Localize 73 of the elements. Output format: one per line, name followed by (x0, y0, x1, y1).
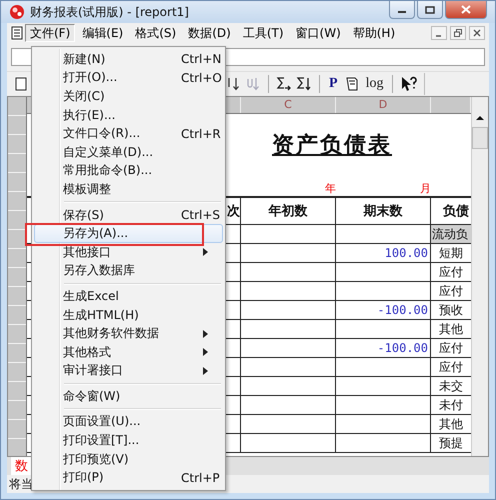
table-cell-text: 预提 (438, 434, 464, 452)
menu-item[interactable]: 另存入数据库 (34, 262, 223, 280)
table-cell-text: 应付 (438, 264, 464, 280)
table-cell-text: 应付 (438, 340, 464, 356)
minimize-button[interactable] (431, 26, 447, 40)
app-icon (9, 4, 25, 20)
help-cursor-icon[interactable] (400, 76, 418, 92)
table-cell-text: 未付 (438, 396, 464, 414)
sum-icon[interactable] (276, 76, 292, 92)
scroll-thumb[interactable] (472, 127, 488, 149)
date-label: 月 (420, 181, 431, 196)
table-cell: -100.00 (377, 341, 428, 355)
menu-item[interactable]: 其他格式 (34, 342, 223, 362)
close-button[interactable] (469, 26, 485, 40)
menu-item[interactable]: 自定义菜单(D)... (34, 142, 223, 162)
close-icon (461, 5, 471, 14)
menu-bar-item[interactable]: 格式(S) (130, 24, 182, 42)
window-title: 财务报表(试用版) - [report1] (30, 4, 189, 20)
table-cell-text: 其他 (438, 416, 464, 432)
scroll-up-icon[interactable] (476, 115, 484, 121)
table-cell: -100.00 (377, 303, 428, 317)
column-heading: 期末数 (336, 198, 431, 224)
menu-bar-item[interactable]: 数据(D) (183, 24, 236, 42)
column-heading: 年初数 (241, 198, 336, 224)
status-text: 将当 (9, 476, 33, 492)
column-heading: 负债 (442, 203, 470, 221)
date-label: 年 (325, 181, 336, 196)
menu-item[interactable]: 其他财务软件数据 (34, 324, 223, 343)
menu-item[interactable]: 打印预览(V) (34, 450, 223, 468)
menu-item[interactable]: 页面设置(U)... (34, 412, 223, 432)
toolbar-button[interactable]: P (327, 76, 340, 92)
menu-item[interactable]: 打印(P) Ctrl+P (34, 468, 223, 488)
table-cell-text: 其他 (438, 320, 464, 338)
menu-item[interactable]: 审计署接口 (34, 362, 223, 380)
menu-item[interactable]: 执行(E)... (34, 106, 223, 124)
maximize-button[interactable] (417, 1, 443, 19)
table-cell-text: 短期 (438, 244, 464, 262)
page-icon[interactable] (15, 77, 27, 91)
menu-item[interactable]: 其他接口 (34, 242, 223, 262)
minimize-button[interactable] (389, 1, 415, 19)
close-icon (473, 29, 481, 37)
restore-icon (454, 29, 462, 37)
menu-item[interactable]: 命令窗(W) (34, 387, 223, 406)
sheet-tab[interactable]: 数 (11, 457, 32, 475)
menu-item[interactable]: 生成Excel (34, 287, 223, 306)
menu-item[interactable]: 打印设置[T]... (34, 431, 223, 450)
table-cell: 流动负 (431, 225, 471, 243)
menu-bar-item[interactable]: 编辑(E) (77, 24, 128, 42)
menu-bar-item[interactable]: 帮助(H) (348, 24, 400, 42)
menu-item[interactable]: 模板调整 (34, 180, 223, 199)
menu-item[interactable]: 打开(O)... Ctrl+O (34, 68, 223, 88)
page-icon[interactable] (344, 76, 360, 92)
close-button[interactable] (445, 1, 487, 19)
menu-bar-item[interactable]: 工具(T) (238, 24, 289, 42)
report-title: 资产负债表 (272, 131, 392, 160)
menu-bar-item[interactable]: 窗口(W) (290, 24, 346, 42)
menu-item[interactable]: 文件口令(R)... Ctrl+R (34, 124, 223, 143)
toolbar-button[interactable]: log (364, 76, 386, 92)
table-cell-text: 应付 (438, 358, 464, 376)
maximize-icon (425, 6, 435, 14)
menu-item[interactable]: 保存(S) Ctrl+S (34, 206, 223, 224)
restore-button[interactable] (450, 26, 466, 40)
menu-item[interactable]: 生成HTML(H) (34, 306, 223, 324)
sum-icon[interactable] (296, 76, 312, 92)
table-cell-text: 未交 (438, 378, 464, 394)
table-cell-text: 预收 (438, 302, 464, 318)
menu-item[interactable]: 常用批命令(B)... (34, 162, 223, 180)
document-icon (11, 26, 23, 40)
menu-item[interactable]: 关闭(C) (34, 87, 223, 106)
table-cell-text: 应付 (438, 282, 464, 300)
menu-bar-item[interactable]: 文件(F) (25, 24, 76, 42)
vertical-scrollbar[interactable] (471, 97, 488, 456)
table-cell: 100.00 (384, 246, 428, 260)
